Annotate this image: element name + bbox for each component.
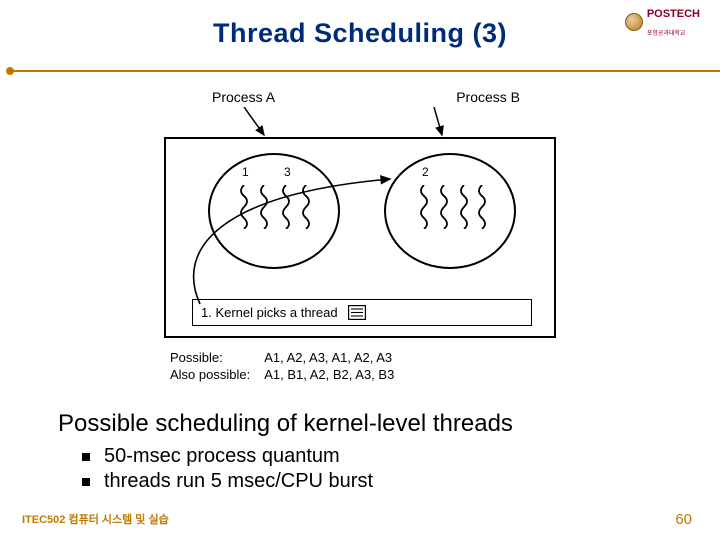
logo-subtext: 포항공과대학교 <box>647 31 686 37</box>
title-rule <box>0 67 720 75</box>
thread-squiggle-icon <box>280 185 292 229</box>
thread-squiggle-icon <box>258 185 270 229</box>
body-bullets: 50-msec process quantum threads run 5 ms… <box>82 444 692 494</box>
also-possible-sequence: A1, B1, A2, B2, A3, B3 <box>264 367 406 382</box>
bullet-quantum: 50-msec process quantum <box>82 444 692 469</box>
kernel-caption-text: 1. Kernel picks a thread <box>201 305 338 320</box>
thread-squiggle-icon <box>476 185 488 229</box>
process-labels-row: Process A Process B <box>164 89 556 105</box>
bullet-burst: threads run 5 msec/CPU burst <box>82 469 692 494</box>
postech-logo: POSTECH 포항공과대학교 <box>625 4 700 40</box>
kernel-caption-box: 1. Kernel picks a thread <box>192 299 532 326</box>
thread-squiggle-icon <box>458 185 470 229</box>
scheduling-diagram: Process A Process B 1 3 2 <box>164 89 556 384</box>
circles-row: 1 3 2 <box>186 153 538 269</box>
possible-label: Possible: <box>170 350 262 365</box>
slide-header: POSTECH 포항공과대학교 Thread Scheduling (3) <box>0 0 720 75</box>
process-a-circle: 1 3 <box>208 153 340 269</box>
thread-squiggle-icon <box>418 185 430 229</box>
process-b-label: Process B <box>456 89 520 105</box>
logo-text-wrap: POSTECH 포항공과대학교 <box>647 4 700 40</box>
footer-course: ITEC502 컴퓨터 시스템 및 실습 <box>22 511 169 528</box>
logo-text: POSTECH <box>647 8 700 20</box>
process-b-circle: 2 <box>384 153 516 269</box>
arrows-svg <box>164 107 556 137</box>
slide-title: Thread Scheduling (3) <box>0 18 720 49</box>
slide-footer: ITEC502 컴퓨터 시스템 및 실습 60 <box>0 511 720 528</box>
possible-sequence: A1, A2, A3, A1, A2, A3 <box>264 350 406 365</box>
rule-line <box>10 70 720 72</box>
footer-page-number: 60 <box>675 511 692 528</box>
possible-sequences: Possible: A1, A2, A3, A1, A2, A3 Also po… <box>168 348 556 384</box>
process-a-label: Process A <box>212 89 275 105</box>
run-queue-icon <box>348 305 366 320</box>
label-arrows <box>164 107 556 137</box>
body-text: Possible scheduling of kernel-level thre… <box>58 410 692 494</box>
kernel-box: 1 3 2 <box>164 137 556 338</box>
thread-index-2: 2 <box>422 165 429 179</box>
logo-badge-icon <box>625 13 643 31</box>
thread-index-3: 3 <box>284 165 291 179</box>
body-heading: Possible scheduling of kernel-level thre… <box>58 410 692 438</box>
thread-index-1: 1 <box>242 165 249 179</box>
thread-squiggle-icon <box>300 185 312 229</box>
thread-squiggle-icon <box>438 185 450 229</box>
also-possible-label: Also possible: <box>170 367 262 382</box>
thread-squiggle-icon <box>238 185 250 229</box>
